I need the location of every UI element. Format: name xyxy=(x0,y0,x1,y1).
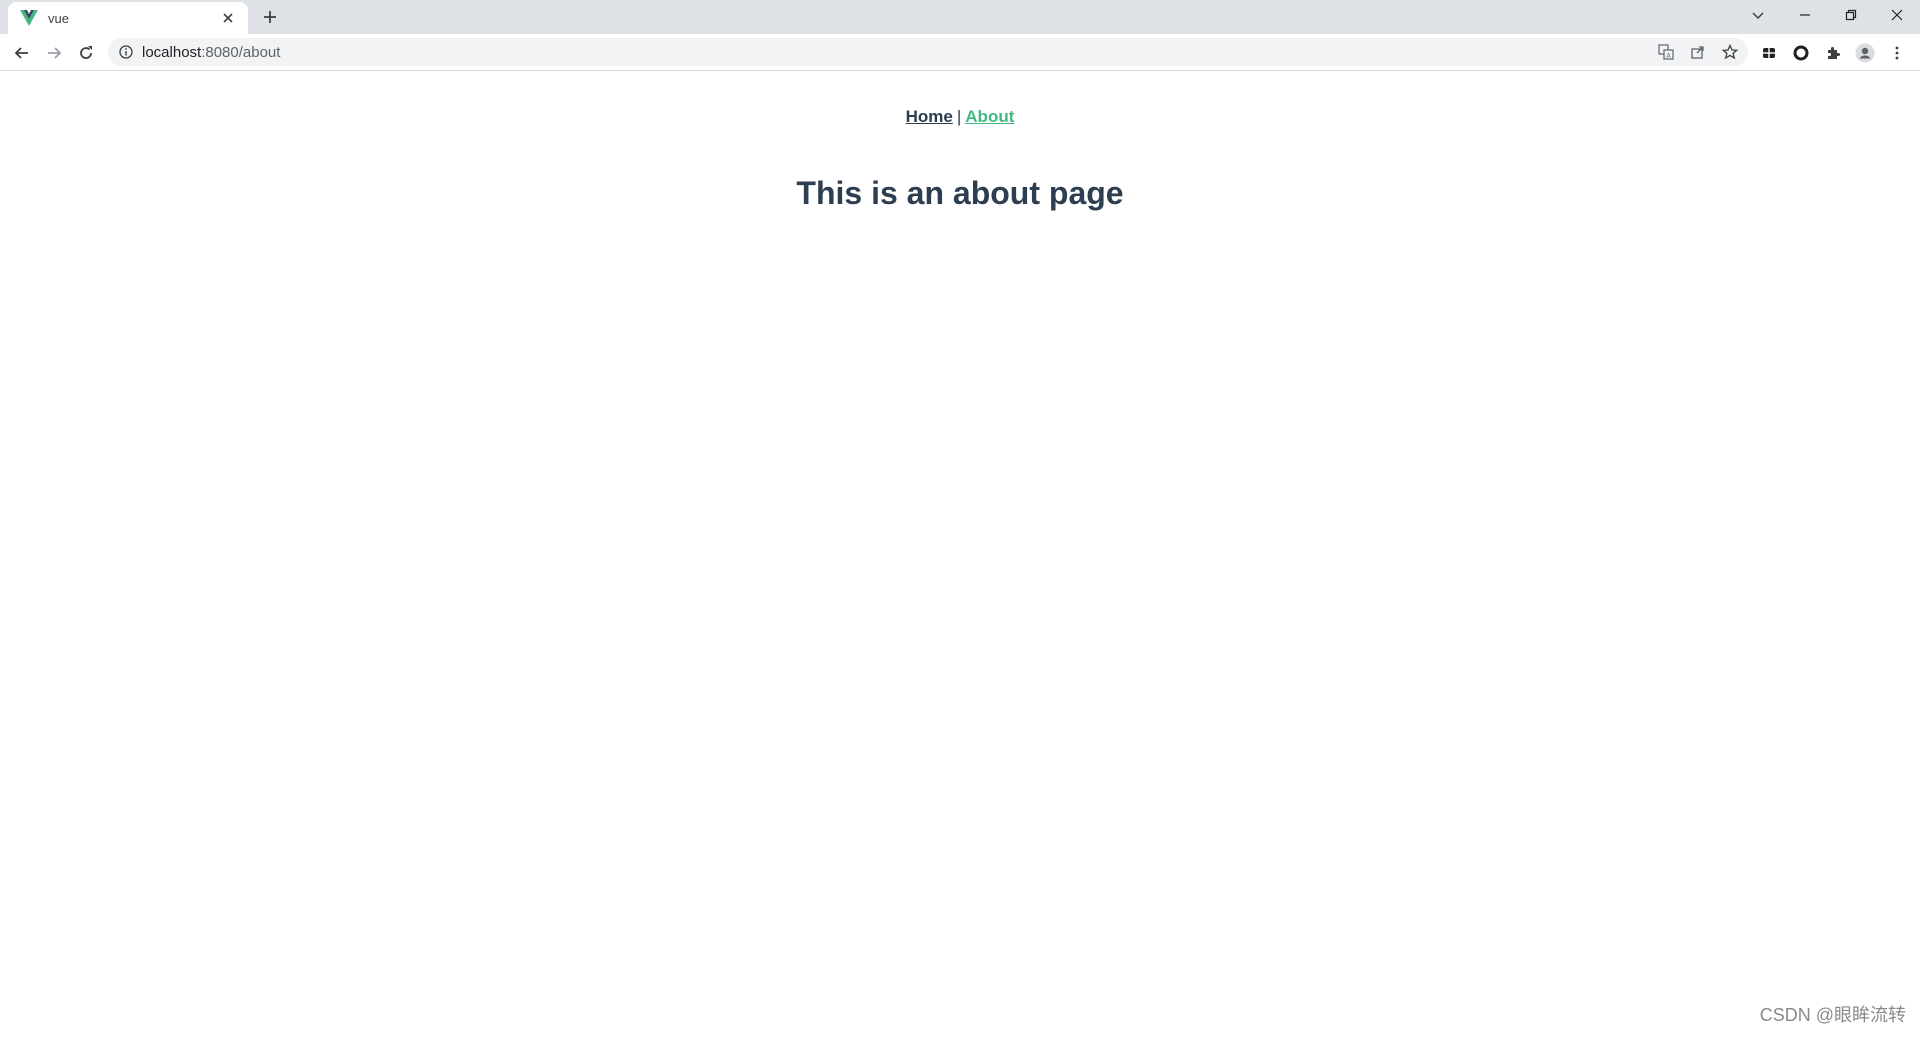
extension-ring-icon[interactable] xyxy=(1790,42,1812,64)
browser-window: vue localhost:8080/about A Home | About … xyxy=(0,0,1920,1037)
extensions-puzzle-icon[interactable] xyxy=(1822,42,1844,64)
reload-icon[interactable] xyxy=(72,39,100,67)
translate-icon[interactable]: A xyxy=(1656,42,1676,62)
url-host: localhost xyxy=(142,43,202,61)
more-menu-icon[interactable] xyxy=(1886,42,1908,64)
nav-separator: | xyxy=(956,107,962,126)
tab-strip: vue xyxy=(0,0,1920,34)
page-heading: This is an about page xyxy=(796,175,1124,211)
back-arrow-icon[interactable] xyxy=(8,39,36,67)
tab-search-chevron-icon[interactable] xyxy=(1746,4,1770,28)
address-bar[interactable]: localhost:8080/about A xyxy=(108,38,1748,66)
browser-toolbar: localhost:8080/about A xyxy=(0,34,1920,71)
vue-logo-icon xyxy=(20,10,38,26)
close-window-icon[interactable] xyxy=(1874,0,1920,30)
new-tab-button[interactable] xyxy=(258,5,282,29)
watermark: CSDN @眼眸流转 xyxy=(1759,1005,1906,1025)
page-viewport: Home | About This is an about page CSDN @眼… xyxy=(0,71,1920,1037)
restore-icon[interactable] xyxy=(1828,0,1874,30)
nav-link-home[interactable]: Home xyxy=(906,107,953,126)
profile-avatar-icon[interactable] xyxy=(1854,42,1876,64)
site-info-icon[interactable] xyxy=(118,44,134,60)
tab-title: vue xyxy=(48,10,69,26)
url-text: localhost:8080/about xyxy=(142,44,280,61)
url-path: :8080/about xyxy=(201,43,281,61)
window-controls xyxy=(1782,0,1920,30)
close-tab-icon[interactable] xyxy=(218,8,238,28)
bookmark-star-icon[interactable] xyxy=(1720,42,1740,62)
extension-black-icon[interactable] xyxy=(1758,42,1780,64)
nav-link-about[interactable]: About xyxy=(965,107,1014,126)
app-nav: Home | About xyxy=(0,107,1920,127)
forward-arrow-icon[interactable] xyxy=(40,39,68,67)
minimize-icon[interactable] xyxy=(1782,0,1828,30)
tab-vue[interactable]: vue xyxy=(8,2,248,34)
share-icon[interactable] xyxy=(1688,42,1708,62)
